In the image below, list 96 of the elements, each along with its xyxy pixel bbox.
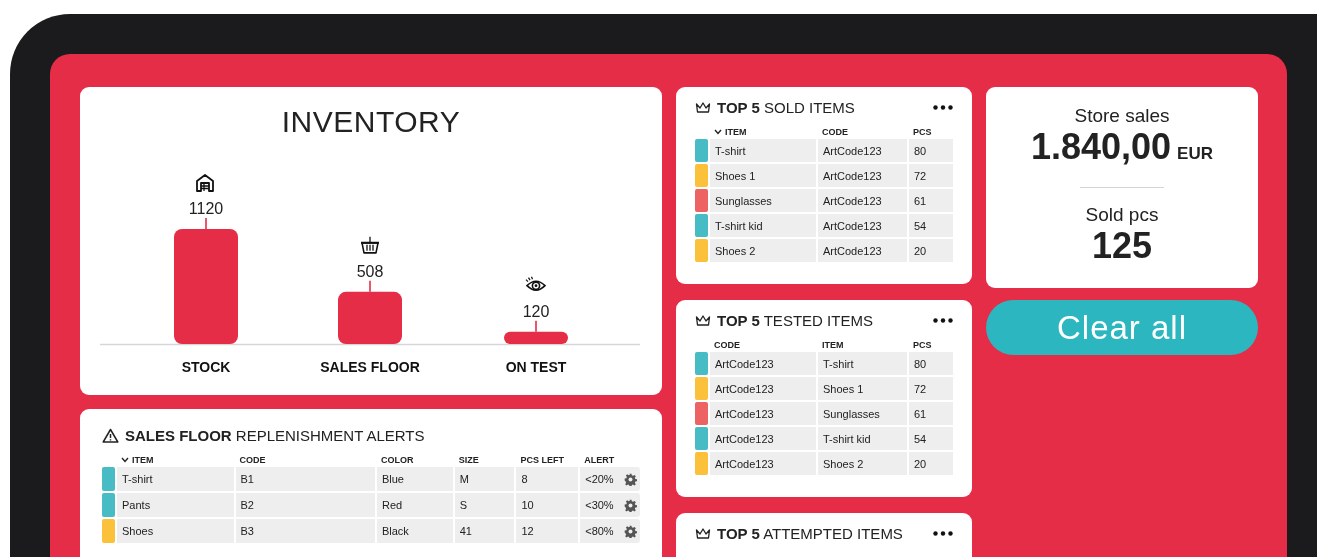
table-cell: Pants bbox=[117, 493, 234, 517]
column-header[interactable]: CODE bbox=[710, 340, 816, 350]
table-cell: ArtCode123 bbox=[818, 139, 907, 162]
crown-icon bbox=[695, 526, 711, 540]
settings-icon[interactable] bbox=[624, 524, 637, 538]
table-cell: T-shirt kid bbox=[710, 214, 816, 237]
table-cell: Red bbox=[376, 493, 453, 517]
table-cell: 80 bbox=[909, 352, 953, 375]
category-label: SALES FLOOR bbox=[320, 359, 420, 375]
column-header[interactable]: PCS LEFT bbox=[516, 455, 579, 465]
table-cell: 20 bbox=[909, 452, 953, 475]
more-options-icon[interactable] bbox=[933, 104, 953, 110]
column-header[interactable]: ITEM bbox=[818, 340, 907, 350]
alert-threshold: <30% bbox=[585, 499, 614, 511]
table-cell: 54 bbox=[909, 214, 953, 237]
table-cell: Shoes 2 bbox=[710, 239, 816, 262]
table-cell: 72 bbox=[909, 377, 953, 400]
table-cell: 20 bbox=[909, 239, 953, 262]
leader-line bbox=[535, 319, 537, 333]
card-title: TOP 5 SOLD ITEMS bbox=[717, 98, 855, 116]
column-header[interactable]: ITEM bbox=[710, 127, 816, 137]
card-title: TOP 5 TESTED ITEMS bbox=[717, 311, 873, 329]
data-label: 120 bbox=[522, 302, 550, 320]
more-options-icon[interactable] bbox=[933, 317, 953, 323]
column-header[interactable]: CODE bbox=[818, 127, 907, 137]
table-cell: ArtCode123 bbox=[710, 377, 816, 400]
column-header[interactable]: ITEM bbox=[117, 455, 234, 465]
table-cell: 8 bbox=[516, 467, 579, 491]
table-cell: Shoes 2 bbox=[818, 452, 907, 475]
table-cell: ArtCode123 bbox=[818, 214, 907, 237]
column-header[interactable]: SIZE bbox=[454, 455, 515, 465]
category-label: STOCK bbox=[181, 359, 231, 375]
table-cell: ArtCode123 bbox=[710, 352, 816, 375]
table-cell: 41 bbox=[454, 519, 515, 543]
settings-icon[interactable] bbox=[624, 498, 637, 512]
table-cell: B3 bbox=[235, 519, 375, 543]
table-cell: ArtCode123 bbox=[710, 427, 816, 450]
table-cell: Sunglasses bbox=[818, 402, 907, 425]
stat-unit: EUR bbox=[1177, 144, 1213, 164]
column-header[interactable]: PCS bbox=[909, 340, 953, 350]
table-cell: T-shirt kid bbox=[818, 427, 907, 450]
table-cell: ArtCode123 bbox=[818, 189, 907, 212]
table-cell: S bbox=[454, 493, 515, 517]
table-cell: B2 bbox=[235, 493, 375, 517]
table-cell: Black bbox=[376, 519, 453, 543]
warehouse-icon bbox=[196, 174, 214, 192]
table-cell: 54 bbox=[909, 427, 953, 450]
column-header[interactable]: COLOR bbox=[377, 455, 453, 465]
stat-label: Store sales bbox=[1074, 105, 1170, 127]
table-cell: T-shirt bbox=[710, 139, 816, 162]
table-cell: ArtCode123 bbox=[818, 239, 907, 262]
data-label: 1120 bbox=[188, 200, 224, 217]
data-label: 508 bbox=[356, 262, 384, 280]
table-cell: M bbox=[454, 467, 515, 491]
table-cell: T-shirt bbox=[117, 467, 234, 491]
table-cell: Sunglasses bbox=[710, 189, 816, 212]
table-cell: 61 bbox=[909, 189, 953, 212]
crown-icon bbox=[695, 313, 711, 327]
table-cell: 72 bbox=[909, 164, 953, 187]
table-cell: 61 bbox=[909, 402, 953, 425]
table-cell: Blue bbox=[376, 467, 453, 491]
table-cell: Shoes bbox=[117, 519, 234, 543]
eye-icon bbox=[525, 276, 546, 291]
table-cell: Shoes 1 bbox=[818, 377, 907, 400]
basket-icon bbox=[360, 236, 380, 254]
settings-icon[interactable] bbox=[624, 472, 637, 486]
table-cell: B1 bbox=[235, 467, 375, 491]
alert-threshold: <80% bbox=[585, 525, 614, 537]
crown-icon bbox=[695, 100, 711, 114]
chart-bar bbox=[504, 331, 568, 344]
card-title: SALES FLOOR REPLENISHMENT ALERTS bbox=[125, 426, 425, 444]
column-header[interactable]: CODE bbox=[235, 455, 375, 465]
table-cell: T-shirt bbox=[818, 352, 907, 375]
column-header[interactable]: PCS bbox=[909, 127, 953, 137]
category-label: ON TEST bbox=[505, 359, 567, 375]
table-cell: ArtCode123 bbox=[710, 402, 816, 425]
sort-caret-icon bbox=[714, 129, 722, 135]
column-header[interactable]: ALERT bbox=[580, 455, 640, 465]
alert-threshold: <20% bbox=[585, 473, 614, 485]
stat-value: 1.840,00 bbox=[1030, 127, 1172, 167]
card-title: TOP 5 ATTEMPTED ITEMS bbox=[717, 524, 903, 542]
stat-value: 125 bbox=[1091, 226, 1153, 266]
table-cell: 12 bbox=[516, 519, 579, 543]
warning-icon bbox=[102, 427, 119, 443]
table-cell: 10 bbox=[516, 493, 579, 517]
stat-label: Sold pcs bbox=[1085, 204, 1159, 226]
more-options-icon[interactable] bbox=[933, 530, 953, 536]
leader-line bbox=[369, 280, 371, 293]
table-cell: ArtCode123 bbox=[710, 452, 816, 475]
sort-caret-icon bbox=[121, 457, 129, 463]
chart-bar bbox=[338, 291, 402, 344]
table-cell: ArtCode123 bbox=[818, 164, 907, 187]
card-title: INVENTORY bbox=[280, 104, 462, 137]
table-cell: Shoes 1 bbox=[710, 164, 816, 187]
table-cell: 80 bbox=[909, 139, 953, 162]
leader-line bbox=[205, 217, 207, 230]
